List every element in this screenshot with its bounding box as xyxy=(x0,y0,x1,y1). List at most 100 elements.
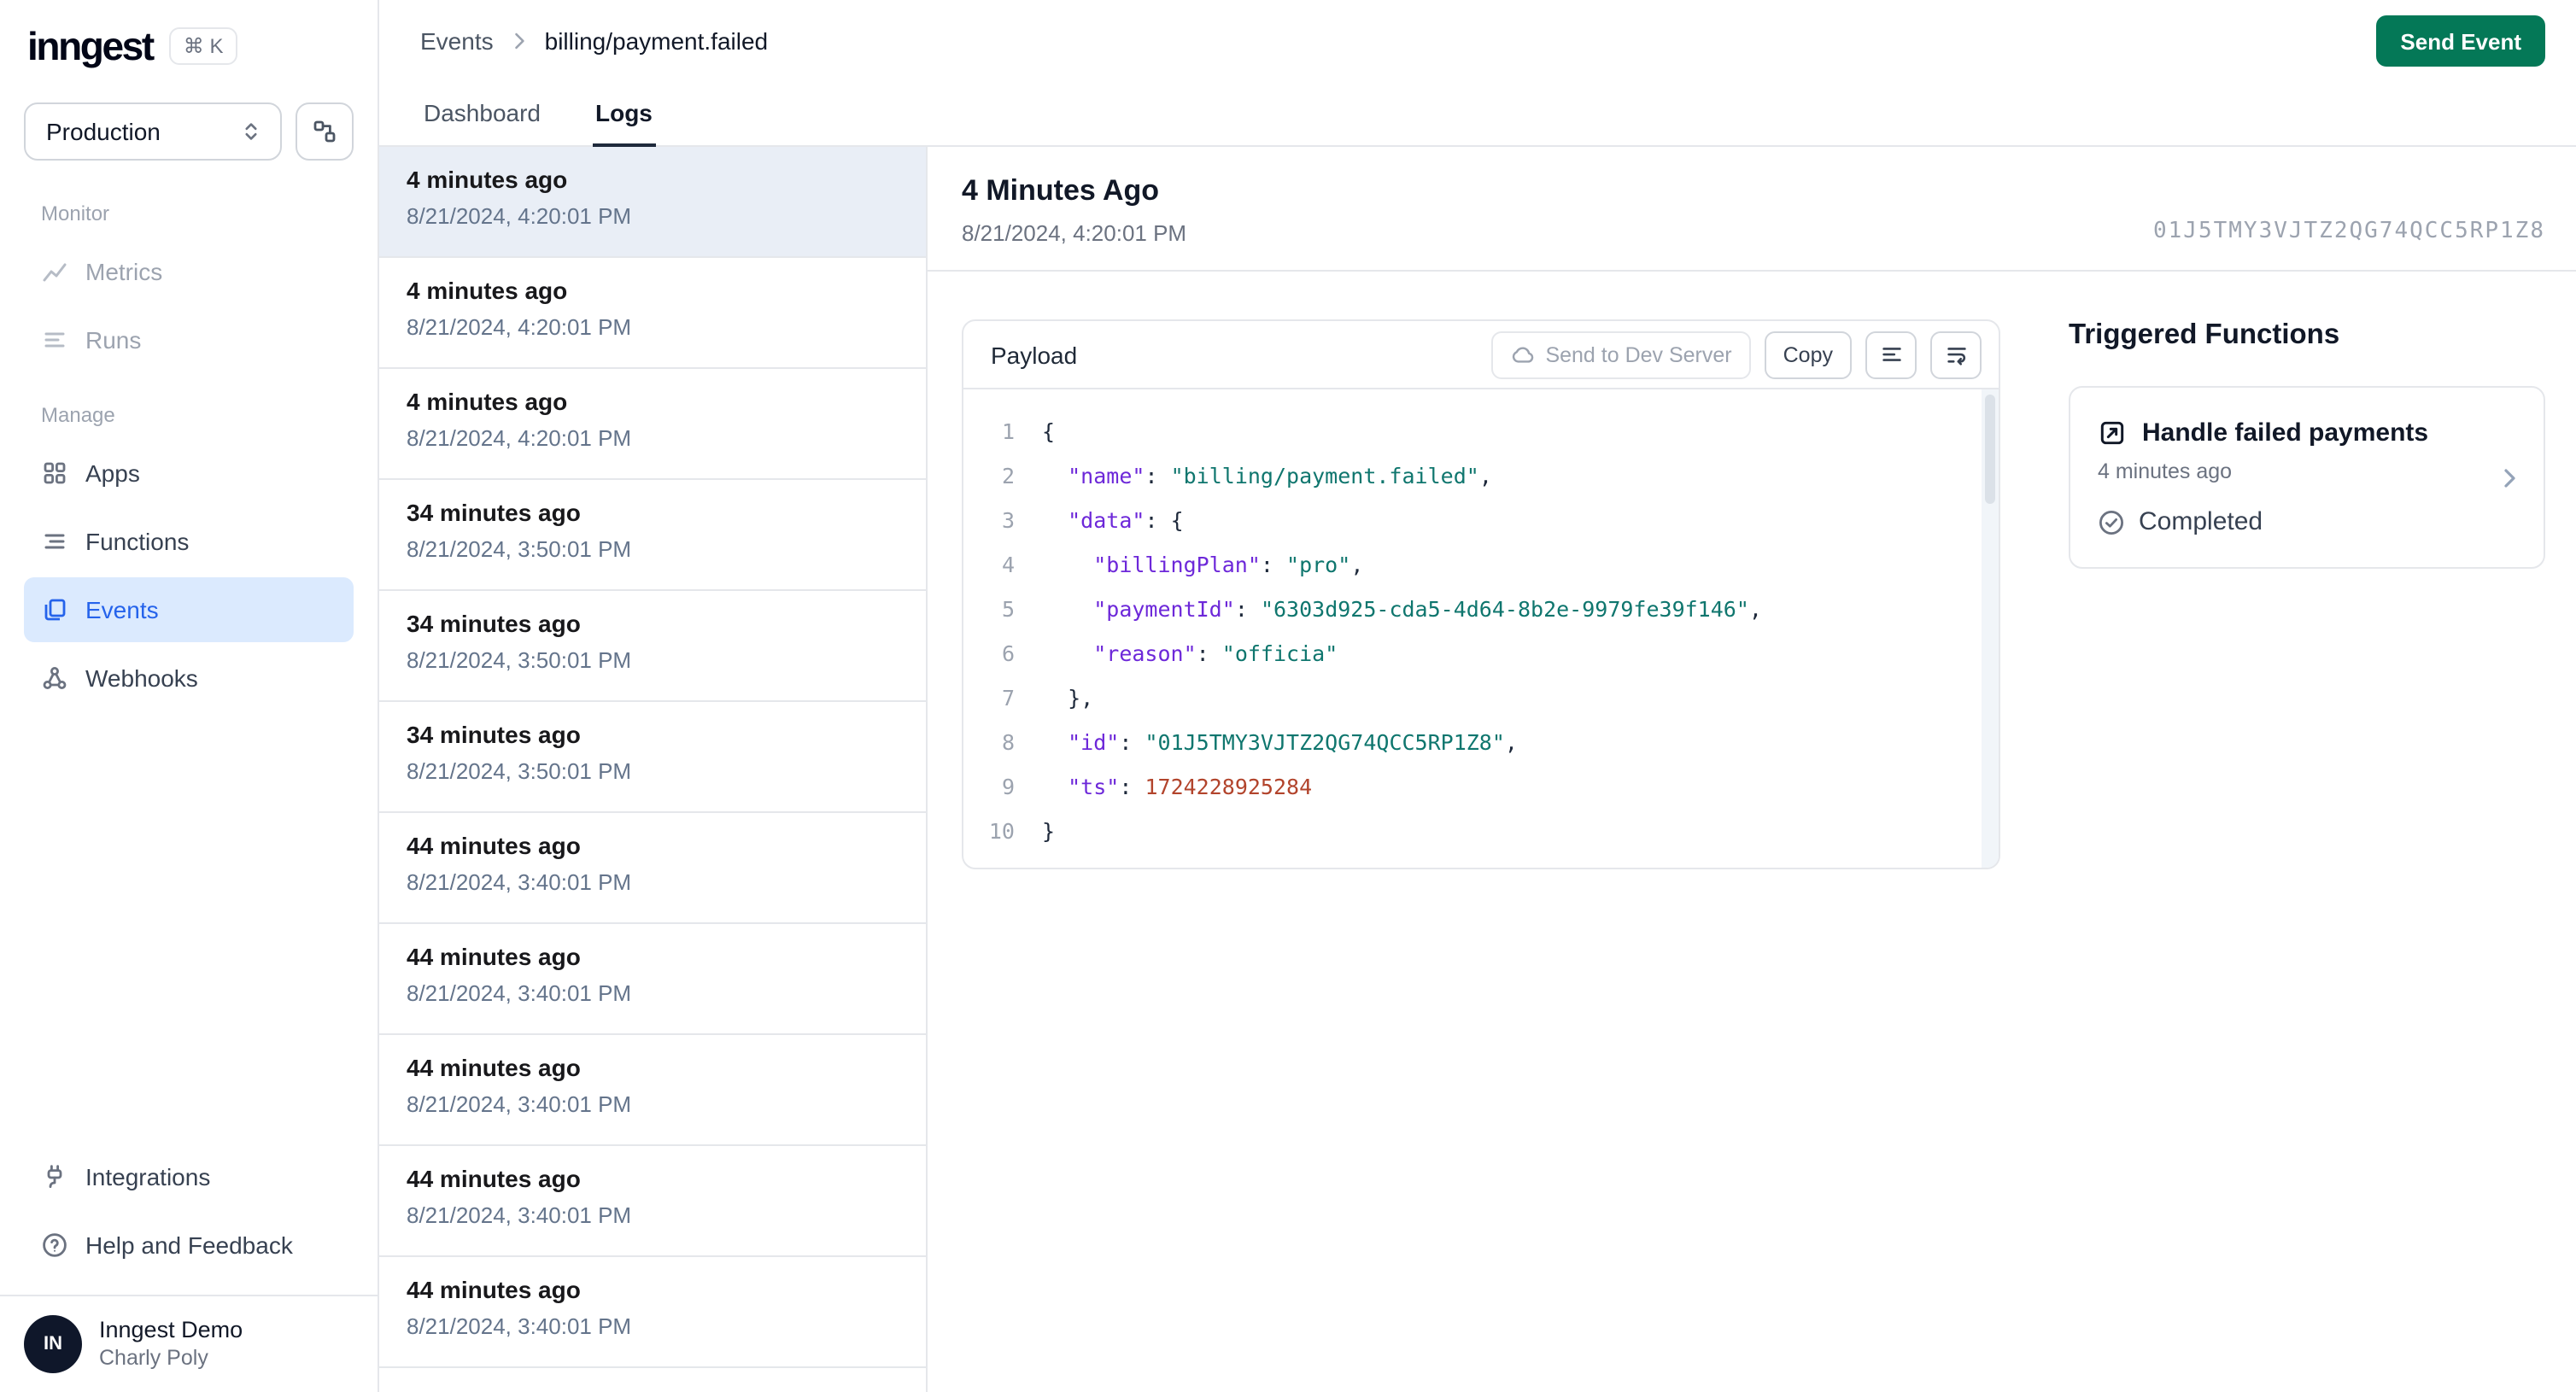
event-list-item[interactable]: 44 minutes ago 8/21/2024, 3:40:01 PM xyxy=(379,1257,926,1368)
sidebar-item-label: Integrations xyxy=(85,1163,211,1190)
event-item-title: 44 minutes ago xyxy=(407,832,581,859)
user-name: Inngest Demo xyxy=(99,1316,243,1342)
cloud-upload-icon xyxy=(1509,342,1535,367)
detail-timestamp: 8/21/2024, 4:20:01 PM xyxy=(962,220,1187,246)
sidebar-item-metrics[interactable]: Metrics xyxy=(24,239,354,304)
nav-section-monitor-label: Monitor xyxy=(41,202,110,225)
sidebar-item-functions[interactable]: Functions xyxy=(24,509,354,574)
webhook-icon xyxy=(41,664,68,692)
command-palette-shortcut[interactable]: ⌘ K xyxy=(169,27,237,65)
environment-selector[interactable]: Production xyxy=(24,102,282,161)
sidebar-bottom: Integrations Help and Feedback xyxy=(24,1144,354,1295)
sidebar-item-apps[interactable]: Apps xyxy=(24,441,354,506)
tab-dashboard[interactable]: Dashboard xyxy=(420,85,544,147)
event-list-item[interactable]: 34 minutes ago 8/21/2024, 3:50:01 PM xyxy=(379,591,926,702)
event-item-timestamp: 8/21/2024, 4:20:01 PM xyxy=(407,314,632,340)
align-left-button[interactable] xyxy=(1865,330,1917,378)
payload-card: Payload Send to Dev Server Copy 1 {2 "n… xyxy=(962,319,2000,869)
events-card-icon xyxy=(41,596,68,623)
sidebar-item-label: Runs xyxy=(85,326,142,354)
check-circle-icon xyxy=(2098,508,2125,535)
event-item-title: 34 minutes ago xyxy=(407,610,581,637)
avatar: IN xyxy=(24,1315,82,1373)
sidebar-item-label: Events xyxy=(85,596,159,623)
topbar: Events billing/payment.failed Send Event… xyxy=(379,0,2576,147)
chevron-updown-icon xyxy=(239,120,263,143)
chevron-right-icon xyxy=(507,29,531,53)
event-list-item[interactable]: 34 minutes ago 8/21/2024, 3:50:01 PM xyxy=(379,480,926,591)
function-name: Handle failed payments xyxy=(2142,418,2429,447)
grid-icon xyxy=(41,459,68,487)
breadcrumb-current: billing/payment.failed xyxy=(544,27,769,55)
tab-logs[interactable]: Logs xyxy=(592,85,656,147)
word-wrap-button[interactable] xyxy=(1930,330,1982,378)
triggered-functions-title: Triggered Functions xyxy=(2069,319,2340,350)
event-item-timestamp: 8/21/2024, 3:40:01 PM xyxy=(407,980,632,1006)
code-line: 7 }, xyxy=(1001,685,1094,711)
breadcrumb: Events billing/payment.failed Send Event xyxy=(379,0,2576,82)
detail-title: 4 Minutes Ago xyxy=(962,174,1160,207)
chart-icon xyxy=(41,258,68,285)
main-column: Events billing/payment.failed Send Event… xyxy=(379,0,2576,1392)
event-item-timestamp: 8/21/2024, 3:40:01 PM xyxy=(407,1313,632,1339)
code-line: 3 "data": { xyxy=(1001,507,1184,533)
code-line: 6 "reason": "officia" xyxy=(1001,640,1338,666)
sidebar-item-label: Functions xyxy=(85,528,190,555)
code-scrollbar-thumb[interactable] xyxy=(1985,395,1995,504)
sidebar-item-webhooks[interactable]: Webhooks xyxy=(24,646,354,711)
code-line: 9 "ts": 1724228925284 xyxy=(1001,774,1313,799)
sidebar-item-help[interactable]: Help and Feedback xyxy=(24,1213,354,1278)
event-list-item[interactable]: 4 minutes ago 8/21/2024, 4:20:01 PM xyxy=(379,369,926,480)
event-item-timestamp: 8/21/2024, 4:20:01 PM xyxy=(407,425,632,451)
event-list-item[interactable]: 44 minutes ago 8/21/2024, 3:40:01 PM xyxy=(379,1146,926,1257)
event-list-item[interactable]: 44 minutes ago 8/21/2024, 3:40:01 PM xyxy=(379,924,926,1035)
nav-section-manage-label: Manage xyxy=(41,403,115,427)
inngest-logo: inngest xyxy=(27,23,155,67)
triggered-function-card[interactable]: Handle failed payments 4 minutes ago Com… xyxy=(2069,386,2545,569)
event-id: 01J5TMY3VJTZ2QG74QCC5RP1Z8 xyxy=(2153,219,2545,244)
event-item-title: 44 minutes ago xyxy=(407,1165,581,1192)
app-root: inngest ⌘ K Production Monitor Metrics R… xyxy=(0,0,2576,1392)
event-list-item[interactable]: 4 minutes ago 8/21/2024, 4:20:01 PM xyxy=(379,147,926,258)
send-to-dev-server-button[interactable]: Send to Dev Server xyxy=(1490,330,1751,378)
event-list-item[interactable]: 44 minutes ago 8/21/2024, 3:40:01 PM xyxy=(379,1035,926,1146)
user-subtitle: Charly Poly xyxy=(99,1345,208,1370)
event-item-timestamp: 8/21/2024, 3:40:01 PM xyxy=(407,1091,632,1117)
environments-button[interactable] xyxy=(296,102,354,161)
tab-bar: Dashboard Logs xyxy=(379,82,2576,147)
word-wrap-icon xyxy=(1943,342,1969,367)
user-menu[interactable]: IN Inngest Demo Charly Poly xyxy=(0,1295,378,1392)
send-event-button[interactable]: Send Event xyxy=(2376,15,2545,67)
event-item-timestamp: 8/21/2024, 3:50:01 PM xyxy=(407,758,632,784)
sidebar-item-runs[interactable]: Runs xyxy=(24,307,354,372)
event-list: 4 minutes ago 8/21/2024, 4:20:01 PM 4 mi… xyxy=(379,147,928,1392)
sidebar-item-label: Help and Feedback xyxy=(85,1231,293,1259)
event-list-item[interactable]: 44 minutes ago 8/21/2024, 3:40:01 PM xyxy=(379,813,926,924)
copy-button[interactable]: Copy xyxy=(1764,330,1852,378)
workflow-icon xyxy=(311,118,338,145)
event-item-timestamp: 8/21/2024, 3:50:01 PM xyxy=(407,647,632,673)
align-left-icon xyxy=(1878,342,1904,367)
code-line: 8 "id": "01J5TMY3VJTZ2QG74QCC5RP1Z8", xyxy=(1001,729,1518,755)
event-item-title: 44 minutes ago xyxy=(407,943,581,970)
question-circle-icon xyxy=(41,1231,68,1259)
code-line: 10} xyxy=(988,818,1056,844)
sidebar-item-events[interactable]: Events xyxy=(24,577,354,642)
code-line: 2 "name": "billing/payment.failed", xyxy=(1001,463,1492,488)
event-item-title: 4 minutes ago xyxy=(407,277,568,304)
sidebar-item-label: Webhooks xyxy=(85,664,198,692)
sidebar-item-integrations[interactable]: Integrations xyxy=(24,1144,354,1209)
event-detail: 4 Minutes Ago 8/21/2024, 4:20:01 PM 01J5… xyxy=(928,147,2576,1392)
payload-title: Payload xyxy=(991,341,1078,368)
event-list-item[interactable]: 34 minutes ago 8/21/2024, 3:50:01 PM xyxy=(379,702,926,813)
event-item-title: 4 minutes ago xyxy=(407,388,568,415)
code-line: 5 "paymentId": "6303d925-cda5-4d64-8b2e-… xyxy=(1001,596,1762,622)
sidebar-item-label: Apps xyxy=(85,459,140,487)
event-list-item[interactable]: about 1 hour ago xyxy=(379,1368,926,1392)
event-item-timestamp: 8/21/2024, 4:20:01 PM xyxy=(407,203,632,229)
event-list-item[interactable]: 4 minutes ago 8/21/2024, 4:20:01 PM xyxy=(379,258,926,369)
code-scrollbar[interactable] xyxy=(1982,389,1999,868)
event-item-title: 34 minutes ago xyxy=(407,721,581,748)
sidebar: inngest ⌘ K Production Monitor Metrics R… xyxy=(0,0,379,1392)
breadcrumb-events-link[interactable]: Events xyxy=(420,27,494,55)
